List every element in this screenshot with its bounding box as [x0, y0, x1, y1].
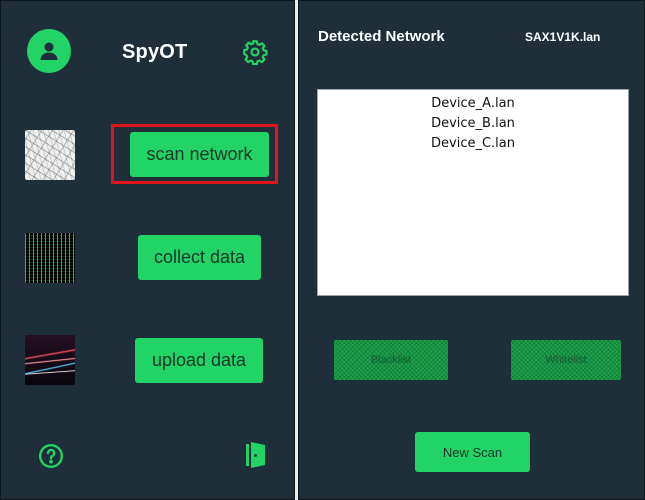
- new-scan-button[interactable]: New Scan: [415, 432, 530, 472]
- network-map-thumbnail: [25, 130, 75, 180]
- list-item[interactable]: Device_C.lan: [318, 134, 628, 154]
- upload-data-button[interactable]: upload data: [135, 338, 263, 383]
- light-trails-thumbnail: [25, 335, 75, 385]
- detected-network-title: Detected Network: [318, 28, 445, 45]
- blacklist-button[interactable]: Blacklist: [334, 340, 448, 380]
- list-item[interactable]: Device_A.lan: [318, 94, 628, 114]
- sidebar-panel: SpyOT scan network collect data upload d…: [0, 0, 295, 500]
- user-avatar-icon[interactable]: [27, 29, 71, 73]
- app-title: SpyOT: [122, 41, 188, 63]
- device-list[interactable]: Device_A.lan Device_B.lan Device_C.lan: [317, 89, 629, 296]
- collect-data-button[interactable]: collect data: [138, 235, 261, 280]
- matrix-code-thumbnail: [25, 233, 75, 283]
- door-exit-icon[interactable]: [244, 441, 268, 469]
- host-name: SAX1V1K.lan: [525, 30, 601, 44]
- whitelist-button[interactable]: Whitelist: [511, 340, 621, 380]
- question-circle-icon[interactable]: [38, 443, 64, 469]
- scan-network-button[interactable]: scan network: [130, 132, 269, 177]
- network-panel: Detected Network SAX1V1K.lan Device_A.la…: [298, 0, 645, 500]
- gear-icon[interactable]: [241, 38, 269, 66]
- list-item[interactable]: Device_B.lan: [318, 114, 628, 134]
